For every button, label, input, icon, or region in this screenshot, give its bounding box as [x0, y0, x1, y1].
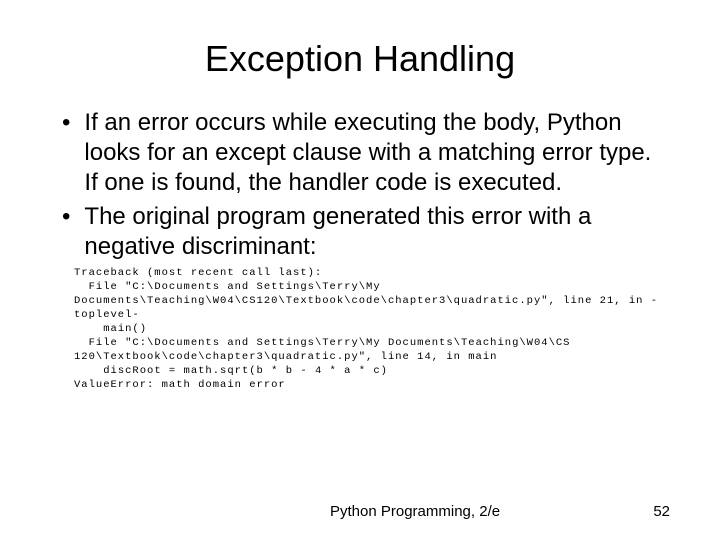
footer-text: Python Programming, 2/e [330, 503, 500, 520]
bullet-item: • The original program generated this er… [62, 202, 660, 262]
bullet-item: • If an error occurs while executing the… [62, 108, 660, 198]
slide-content: • If an error occurs while executing the… [50, 108, 670, 392]
slide-footer: Python Programming, 2/e 52 [0, 503, 720, 520]
slide-container: Exception Handling • If an error occurs … [0, 0, 720, 540]
bullet-text: If an error occurs while executing the b… [84, 108, 660, 198]
bullet-marker: • [62, 108, 70, 138]
page-number: 52 [653, 503, 670, 520]
traceback-block: Traceback (most recent call last): File … [74, 266, 660, 392]
slide-title: Exception Handling [50, 38, 670, 80]
bullet-marker: • [62, 202, 70, 232]
bullet-text: The original program generated this erro… [84, 202, 660, 262]
